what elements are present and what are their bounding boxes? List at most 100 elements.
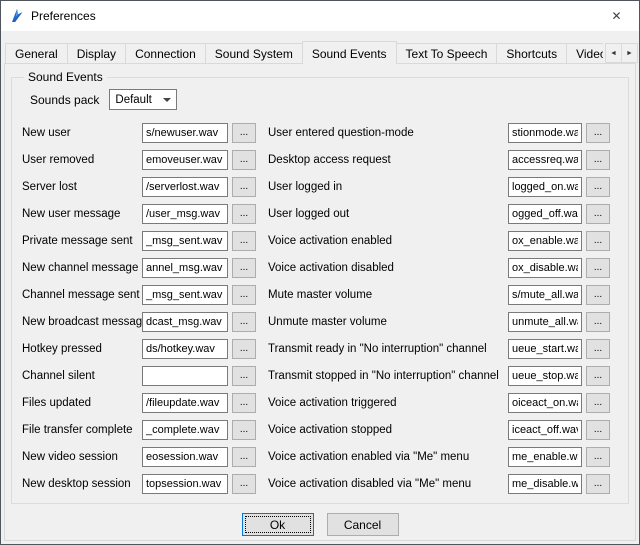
app-logo-icon: [9, 8, 25, 24]
sound-file-input[interactable]: [508, 393, 582, 413]
tab-scroll-left-icon[interactable]: ◄: [605, 43, 622, 63]
tab-shortcuts[interactable]: Shortcuts: [496, 43, 567, 63]
sound-event-row: New channel message...: [22, 254, 258, 281]
browse-button[interactable]: ...: [586, 312, 610, 332]
sound-event-label: Voice activation enabled via "Me" menu: [268, 451, 508, 463]
sound-event-label: New desktop session: [22, 478, 142, 490]
sound-file-input[interactable]: [508, 339, 582, 359]
sound-file-input[interactable]: [508, 123, 582, 143]
sound-file-input[interactable]: [142, 474, 228, 494]
browse-button[interactable]: ...: [232, 177, 256, 197]
browse-button[interactable]: ...: [586, 393, 610, 413]
sound-events-group: Sound Events Sounds pack Default New use…: [11, 70, 629, 504]
browse-button[interactable]: ...: [586, 366, 610, 386]
sound-file-input[interactable]: [142, 312, 228, 332]
sound-event-label: Files updated: [22, 397, 142, 409]
sound-file-input[interactable]: [508, 312, 582, 332]
tab-text-to-speech[interactable]: Text To Speech: [396, 43, 498, 63]
sound-event-row: Desktop access request...: [268, 146, 622, 173]
sound-file-input[interactable]: [142, 339, 228, 359]
sound-event-label: New user: [22, 127, 142, 139]
browse-button[interactable]: ...: [586, 177, 610, 197]
browse-button[interactable]: ...: [586, 474, 610, 494]
sound-event-row: User logged out...: [268, 200, 622, 227]
browse-button[interactable]: ...: [232, 339, 256, 359]
sound-file-input[interactable]: [508, 204, 582, 224]
sound-file-input[interactable]: [142, 150, 228, 170]
sound-file-input[interactable]: [508, 447, 582, 467]
sound-file-input[interactable]: [142, 204, 228, 224]
browse-button[interactable]: ...: [232, 312, 256, 332]
sound-event-row: Private message sent...: [22, 227, 258, 254]
dialog-buttons: Ok Cancel: [10, 513, 630, 536]
browse-button[interactable]: ...: [586, 447, 610, 467]
ok-button[interactable]: Ok: [242, 513, 314, 536]
sound-event-row: Transmit ready in "No interruption" chan…: [268, 335, 622, 362]
browse-button[interactable]: ...: [232, 258, 256, 278]
browse-button[interactable]: ...: [586, 420, 610, 440]
browse-button[interactable]: ...: [586, 204, 610, 224]
browse-button[interactable]: ...: [232, 420, 256, 440]
sound-event-label: User logged out: [268, 208, 508, 220]
sound-event-row: Hotkey pressed...: [22, 335, 258, 362]
sounds-pack-row: Sounds pack Default: [30, 89, 622, 110]
sound-file-input[interactable]: [508, 420, 582, 440]
browse-button[interactable]: ...: [586, 150, 610, 170]
sound-event-row: Unmute master volume...: [268, 308, 622, 335]
browse-button[interactable]: ...: [586, 339, 610, 359]
sound-file-input[interactable]: [142, 123, 228, 143]
browse-button[interactable]: ...: [232, 204, 256, 224]
browse-button[interactable]: ...: [232, 366, 256, 386]
sound-event-label: Voice activation stopped: [268, 424, 508, 436]
sound-file-input[interactable]: [508, 231, 582, 251]
close-icon: ✕: [611, 9, 621, 23]
browse-button[interactable]: ...: [232, 123, 256, 143]
sound-event-label: Unmute master volume: [268, 316, 508, 328]
sound-file-input[interactable]: [142, 285, 228, 305]
sound-file-input[interactable]: [142, 447, 228, 467]
tab-sound-system[interactable]: Sound System: [205, 43, 303, 63]
sound-event-label: New video session: [22, 451, 142, 463]
tab-display[interactable]: Display: [67, 43, 126, 63]
browse-button[interactable]: ...: [586, 231, 610, 251]
sound-file-input[interactable]: [508, 474, 582, 494]
browse-button[interactable]: ...: [586, 285, 610, 305]
close-button[interactable]: ✕: [594, 1, 639, 31]
sound-file-input[interactable]: [508, 258, 582, 278]
tab-scroll-right-icon[interactable]: ►: [621, 43, 638, 63]
browse-button[interactable]: ...: [232, 447, 256, 467]
sound-file-input[interactable]: [508, 285, 582, 305]
group-title: Sound Events: [24, 70, 107, 84]
sound-event-label: User removed: [22, 154, 142, 166]
browse-button[interactable]: ...: [232, 285, 256, 305]
sounds-pack-select[interactable]: Default: [109, 89, 177, 110]
browse-button[interactable]: ...: [586, 123, 610, 143]
sound-file-input[interactable]: [142, 366, 228, 386]
sound-event-label: Channel silent: [22, 370, 142, 382]
sound-file-input[interactable]: [142, 231, 228, 251]
sound-event-label: Voice activation triggered: [268, 397, 508, 409]
browse-button[interactable]: ...: [232, 474, 256, 494]
sound-event-row: Voice activation triggered...: [268, 389, 622, 416]
sound-file-input[interactable]: [142, 393, 228, 413]
browse-button[interactable]: ...: [586, 258, 610, 278]
sound-file-input[interactable]: [508, 177, 582, 197]
tab-pane: Sound Events Sounds pack Default New use…: [4, 63, 636, 541]
tab-connection[interactable]: Connection: [125, 43, 206, 63]
browse-button[interactable]: ...: [232, 231, 256, 251]
sounds-pack-label: Sounds pack: [30, 93, 99, 107]
browse-button[interactable]: ...: [232, 150, 256, 170]
sound-event-label: Transmit ready in "No interruption" chan…: [268, 343, 508, 355]
sound-event-label: File transfer complete: [22, 424, 142, 436]
sound-file-input[interactable]: [508, 366, 582, 386]
sound-file-input[interactable]: [142, 420, 228, 440]
sound-event-label: Desktop access request: [268, 154, 508, 166]
tab-general[interactable]: General: [5, 43, 68, 63]
tab-sound-events[interactable]: Sound Events: [302, 41, 397, 64]
sound-file-input[interactable]: [508, 150, 582, 170]
browse-button[interactable]: ...: [232, 393, 256, 413]
sound-file-input[interactable]: [142, 258, 228, 278]
sound-file-input[interactable]: [142, 177, 228, 197]
cancel-button[interactable]: Cancel: [327, 513, 399, 536]
sound-event-label: Channel message sent: [22, 289, 142, 301]
